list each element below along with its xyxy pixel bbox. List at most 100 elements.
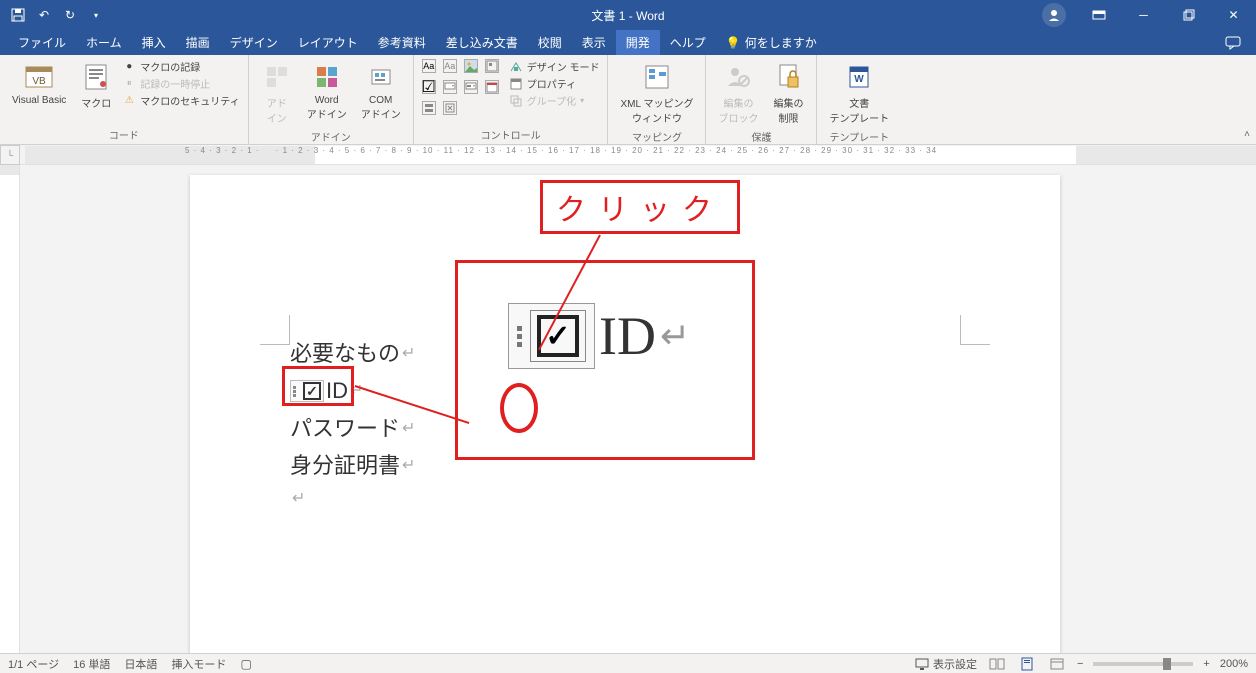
tab-developer[interactable]: 開発 [616,30,660,55]
visual-basic-button[interactable]: VB Visual Basic [8,59,70,108]
horizontal-ruler[interactable]: 5 · 4 · 3 · 2 · 1 · · 1 · 2 · 3 · 4 · 5 … [25,146,1256,164]
user-avatar-icon[interactable] [1042,3,1066,27]
tab-file[interactable]: ファイル [8,30,76,55]
tab-mailings[interactable]: 差し込み文書 [436,30,528,55]
comments-icon[interactable] [1225,30,1241,55]
ribbon-group-mapping: XML マッピング ウィンドウ マッピング [608,55,706,144]
record-icon: ● [122,60,136,74]
tab-review[interactable]: 校閲 [528,30,572,55]
status-insert-mode[interactable]: 挿入モード [171,656,226,672]
restrict-editing-icon [772,61,804,93]
dropdown-control-icon[interactable] [464,80,478,94]
group-label-template: テンプレート [825,127,893,146]
plain-text-control-icon[interactable]: Aa [443,59,457,73]
design-mode-icon [509,60,523,74]
building-block-control-icon[interactable] [485,59,499,73]
xml-mapping-icon [641,61,673,93]
checkbox-control-icon[interactable]: ☑ [422,80,436,94]
read-mode-view-icon[interactable] [987,656,1007,672]
macros-button[interactable]: マクロ [76,59,116,112]
group-label-protect: 保護 [714,127,808,146]
qat-customize-icon[interactable]: ▾ [88,7,104,23]
properties-icon [509,77,523,91]
paragraph-mark-icon: ↵ [292,485,305,512]
svg-text:W: W [855,74,865,85]
vertical-ruler[interactable] [0,165,20,653]
status-word-count[interactable]: 16 単語 [73,656,110,672]
maximize-button[interactable] [1166,0,1211,30]
display-settings-button[interactable]: 表示設定 [915,656,977,672]
design-mode-button[interactable]: デザイン モード [509,59,600,74]
paragraph-mark-icon: ↵ [402,340,415,367]
tab-layout[interactable]: レイアウト [288,30,368,55]
lightbulb-icon: 💡 [726,36,741,50]
tell-me-label: 何をしますか [745,34,817,51]
status-language[interactable]: 日本語 [124,656,157,672]
title-bar: ↶ ↻ ▾ 文書 1 - Word ─ ✕ [0,0,1256,30]
group-icon [509,94,523,108]
zoom-control-handle-icon [517,326,522,347]
print-layout-view-icon[interactable] [1017,656,1037,672]
save-icon[interactable] [10,7,26,23]
ribbon-group-protect: 編集の ブロック 編集の 制限 保護 [706,55,817,144]
macros-icon [80,61,112,93]
zoom-id-text: ID [599,305,656,367]
zoom-in-button[interactable]: + [1203,658,1209,670]
status-macro-icon[interactable]: ▢ [240,657,251,671]
redo-icon[interactable]: ↻ [62,7,78,23]
paragraph-mark-icon: ↵ [402,452,415,479]
legacy-tools-icon[interactable] [443,101,457,115]
close-button[interactable]: ✕ [1211,0,1256,30]
paragraph-mark-icon: ↵ [402,415,415,442]
zoom-level[interactable]: 200% [1220,658,1248,670]
combo-box-control-icon[interactable] [443,80,457,94]
pause-recording-button: ⏸記録の一時停止 [122,76,239,91]
svg-text:VB: VB [32,76,46,87]
tab-selector[interactable]: └ [0,145,20,165]
macro-security-button[interactable]: ⚠マクロのセキュリティ [122,93,239,108]
warning-icon: ⚠ [122,94,136,108]
visual-basic-icon: VB [23,61,55,93]
date-picker-control-icon[interactable] [485,80,499,94]
zoom-out-button[interactable]: − [1077,658,1083,670]
block-authors-icon [722,61,754,93]
repeating-section-control-icon[interactable] [422,101,436,115]
ribbon-group-controls: Aa Aa ☑ デザイン モード プロパティ グループ化 ▾ コントロール [414,55,609,144]
tell-me-search[interactable]: 💡 何をしますか [726,30,817,55]
zoom-paragraph-mark-icon: ↵ [660,315,690,357]
ribbon-group-template: W 文書 テンプレート テンプレート [817,55,901,144]
block-authors-button: 編集の ブロック [714,59,762,127]
xml-mapping-button[interactable]: XML マッピング ウィンドウ [616,59,697,127]
tab-help[interactable]: ヘルプ [660,30,716,55]
tab-insert[interactable]: 挿入 [132,30,176,55]
status-page[interactable]: 1/1 ページ [8,656,59,672]
restrict-editing-button[interactable]: 編集の 制限 [768,59,808,127]
tab-design[interactable]: デザイン [220,30,288,55]
ribbon-display-icon[interactable] [1076,0,1121,30]
annotation-click-label: クリック [556,185,724,229]
zoom-slider[interactable] [1093,662,1193,666]
tab-view[interactable]: 表示 [572,30,616,55]
annotation-click-label-box: クリック [540,180,740,234]
group-label-code: コード [8,125,240,144]
collapse-ribbon-icon[interactable]: ˄ [1244,129,1250,140]
tab-references[interactable]: 参考資料 [368,30,436,55]
picture-control-icon[interactable] [464,59,478,73]
properties-button[interactable]: プロパティ [509,76,600,91]
group-label-addins: アドイン [257,127,405,146]
rich-text-control-icon[interactable]: Aa [422,59,436,73]
tab-home[interactable]: ホーム [76,30,132,55]
word-addins-button[interactable]: Word アドイン [303,59,351,123]
document-area: 必要なもの↵ ✓ ID↵ パスワード↵ 身分証明書↵ ↵ ✓ ID ↵ [0,165,1256,653]
ribbon-group-addins: アド イン Word アドイン COM アドイン アドイン [249,55,414,144]
minimize-button[interactable]: ─ [1121,0,1166,30]
com-addins-button[interactable]: COM アドイン [357,59,405,123]
web-layout-view-icon[interactable] [1047,656,1067,672]
record-macro-button[interactable]: ●マクロの記録 [122,59,239,74]
tab-draw[interactable]: 描画 [176,30,220,55]
zoom-checkbox-icon: ✓ [537,315,579,357]
undo-icon[interactable]: ↶ [36,7,52,23]
ribbon-tabs: ファイル ホーム 挿入 描画 デザイン レイアウト 参考資料 差し込み文書 校閲… [0,30,1256,55]
document-body[interactable]: 必要なもの↵ ✓ ID↵ パスワード↵ 身分証明書↵ ↵ [290,335,415,512]
document-template-button[interactable]: W 文書 テンプレート [825,59,893,127]
